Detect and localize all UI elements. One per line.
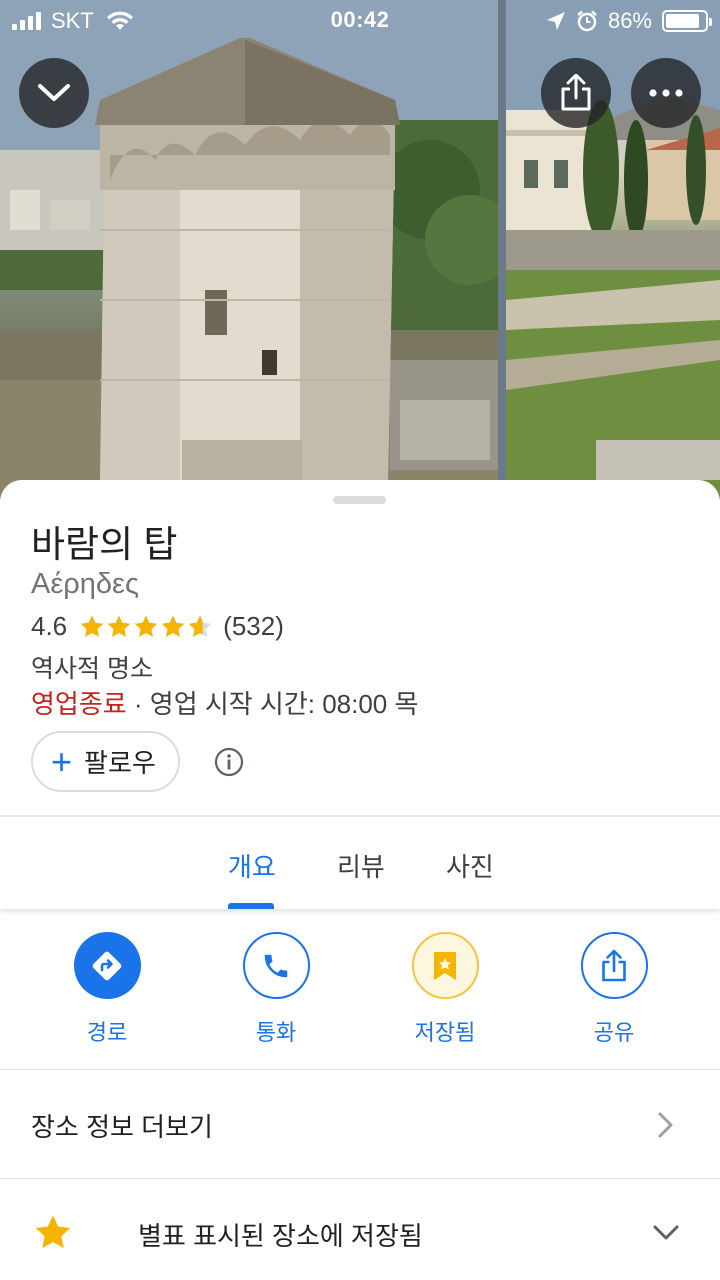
rating-star-icon xyxy=(107,615,131,637)
place-subtitle: Αέρηδες xyxy=(31,568,139,600)
review-count: (532) xyxy=(223,611,284,641)
rating-star-icon xyxy=(134,615,158,637)
saved-list-label: 별표 표시된 장소에 저장됨 xyxy=(138,1221,423,1251)
share-icon xyxy=(561,74,591,111)
tab-bar: 개요 리뷰 사진 xyxy=(0,817,720,909)
opening-hours[interactable]: 영업종료 · 영업 시작 시간: 08:00 목 xyxy=(31,684,418,721)
closed-status: 영업종료 xyxy=(31,689,127,719)
plus-icon: + xyxy=(51,740,73,782)
tab-photos[interactable]: 사진 xyxy=(446,847,494,884)
share-icon xyxy=(602,949,626,981)
rating-stars xyxy=(79,614,213,640)
rating-value: 4.6 xyxy=(31,611,68,641)
chevron-down-icon xyxy=(38,84,70,101)
opening-time: · 영업 시작 시간: 08:00 목 xyxy=(126,689,419,719)
more-options-button[interactable] xyxy=(631,58,701,128)
call-button[interactable]: 통화 xyxy=(206,932,346,1047)
directions-icon xyxy=(92,951,122,980)
follow-button[interactable]: + 팔로우 xyxy=(31,731,180,792)
rating-star-icon xyxy=(161,615,185,637)
active-tab-indicator xyxy=(228,903,274,909)
call-label: 통화 xyxy=(255,1020,297,1045)
rating-star-icon xyxy=(188,615,212,637)
call-circle xyxy=(242,932,310,999)
collapse-button[interactable] xyxy=(19,58,89,128)
tab-reviews[interactable]: 리뷰 xyxy=(337,847,385,884)
tab-overview[interactable]: 개요 xyxy=(228,847,276,884)
saved-label: 저장됨 xyxy=(414,1020,476,1045)
share-button[interactable] xyxy=(541,58,611,128)
star-icon xyxy=(35,1215,71,1249)
place-category: 역사적 명소 xyxy=(31,655,153,683)
sheet-drag-handle[interactable] xyxy=(333,496,386,504)
rating-row[interactable]: 4.6 (532) xyxy=(31,611,284,642)
directions-button[interactable]: 경로 xyxy=(37,932,177,1047)
photo-carousel[interactable] xyxy=(0,0,720,500)
more-horizontal-icon xyxy=(649,89,683,97)
location-arrow-icon xyxy=(546,12,565,30)
share-label: 공유 xyxy=(593,1020,635,1045)
directions-label: 경로 xyxy=(86,1020,128,1045)
chevron-down-icon[interactable] xyxy=(652,1224,680,1242)
share-circle xyxy=(580,932,648,999)
phone-icon xyxy=(264,954,288,977)
place-title: 바람의 탑 xyxy=(31,524,178,565)
chevron-right-icon xyxy=(658,1112,673,1138)
bookmark-star-icon xyxy=(434,951,456,980)
saved-list-row[interactable]: 별표 표시된 장소에 저장됨 xyxy=(0,1179,720,1280)
action-buttons: 경로 통화 저장됨 공유 xyxy=(0,932,720,1052)
directions-circle xyxy=(73,932,141,999)
more-place-info-label: 장소 정보 더보기 xyxy=(31,1112,213,1142)
battery-percent: 86% xyxy=(607,8,652,33)
info-icon[interactable] xyxy=(214,747,244,777)
more-place-info-row[interactable]: 장소 정보 더보기 xyxy=(0,1070,720,1178)
battery-level xyxy=(666,14,699,28)
saved-circle xyxy=(411,932,479,999)
follow-label: 팔로우 xyxy=(84,748,156,778)
status-bar: SKT 00:42 86% xyxy=(0,0,720,40)
saved-button[interactable]: 저장됨 xyxy=(375,932,515,1047)
place-details-sheet: 바람의 탑 Αέρηδες 4.6 (532) 역사적 명소 영업종료 · 영업… xyxy=(0,480,720,1280)
share-place-button[interactable]: 공유 xyxy=(544,932,684,1047)
rating-star-icon xyxy=(80,615,104,637)
alarm-icon xyxy=(577,10,597,32)
battery-icon xyxy=(662,10,712,32)
